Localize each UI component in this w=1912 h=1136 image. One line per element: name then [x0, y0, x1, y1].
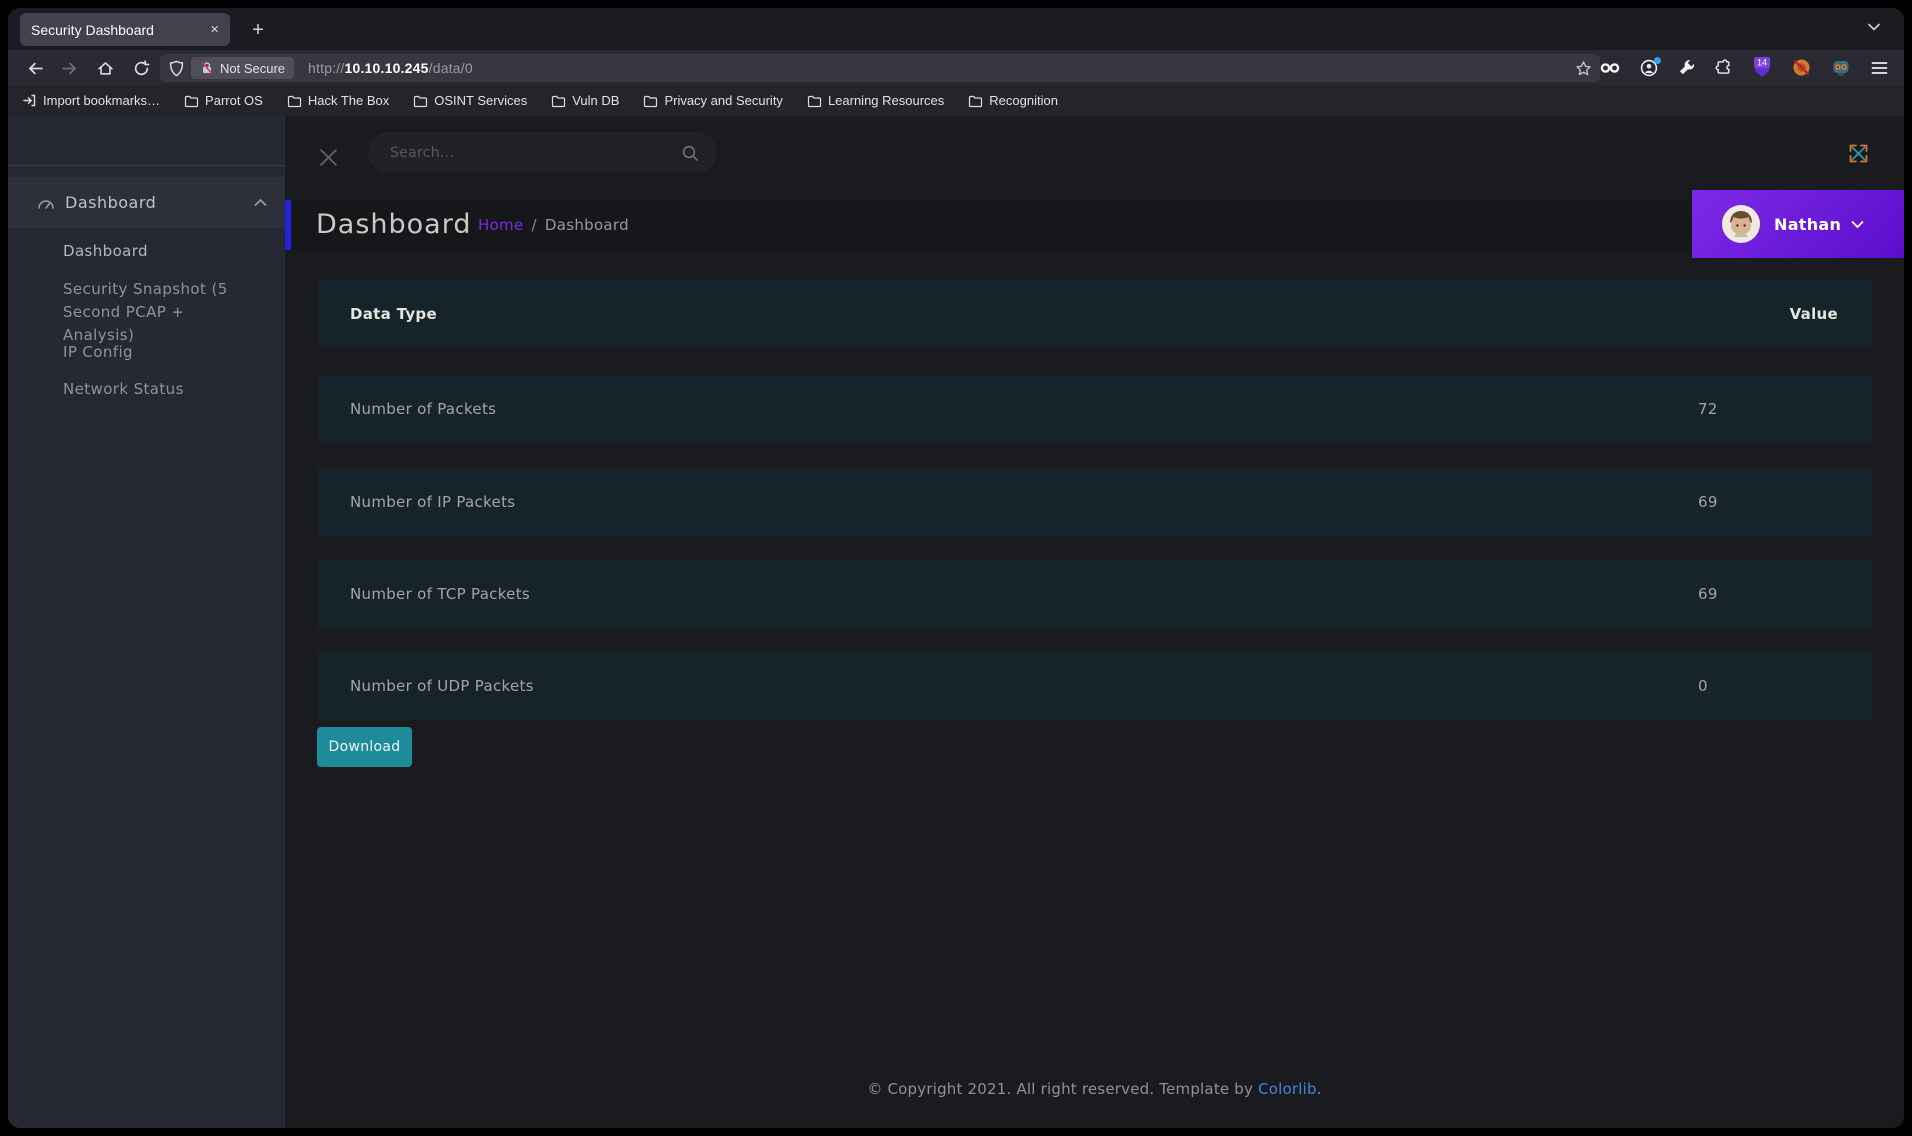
column-header-data-type: Data Type	[318, 305, 1698, 323]
tracking-protection-shield-icon[interactable]	[168, 60, 185, 77]
url-bar[interactable]: Not Secure http://10.10.10.245/data/0	[160, 54, 1600, 82]
sidebar-item-security-snapshot[interactable]: Security Snapshot (5 Second PCAP + Analy…	[63, 278, 248, 347]
breadcrumb-current: Dashboard	[545, 216, 629, 234]
breadcrumb-separator: /	[532, 216, 537, 234]
row-label: Number of TCP Packets	[318, 585, 1698, 603]
bookmark-folder-recognition[interactable]: Recognition	[968, 93, 1058, 108]
chevron-down-icon	[1851, 220, 1864, 229]
breadcrumb: Home / Dashboard	[478, 216, 629, 234]
breadcrumb-home-link[interactable]: Home	[478, 216, 524, 234]
user-menu[interactable]: Nathan	[1692, 190, 1904, 258]
sidebar-item-ip-config[interactable]: IP Config	[63, 341, 253, 364]
row-label: Number of IP Packets	[318, 493, 1698, 511]
list-all-tabs-icon[interactable]	[1866, 19, 1882, 35]
table-row: Number of Packets 72	[318, 375, 1872, 443]
header-accent-bar	[285, 200, 291, 250]
folder-icon	[551, 94, 566, 108]
download-button[interactable]: Download	[317, 727, 412, 767]
bookmark-folder-privacy-and-security[interactable]: Privacy and Security	[643, 93, 783, 108]
row-value: 69	[1698, 585, 1872, 603]
sidebar-item-dashboard-parent[interactable]: Dashboard	[8, 177, 285, 228]
import-bookmarks-button[interactable]: Import bookmarks…	[22, 93, 160, 108]
new-tab-button[interactable]: +	[244, 16, 272, 44]
goggles-extension-icon[interactable]	[1600, 61, 1620, 75]
page-header: Dashboard Home / Dashboard Nathan	[285, 200, 1904, 250]
dashboard-page: Dashboard Dashboard Security Snapshot (5…	[8, 116, 1904, 1128]
avatar	[1722, 205, 1760, 243]
firefox-account-icon[interactable]	[1640, 59, 1658, 77]
folder-icon	[184, 94, 199, 108]
reload-icon[interactable]	[128, 55, 154, 81]
sidebar-divider	[8, 165, 285, 166]
sidebar-item-network-status[interactable]: Network Status	[63, 378, 253, 401]
sidebar-item-dashboard[interactable]: Dashboard	[63, 240, 253, 263]
bookmark-folder-hack-the-box[interactable]: Hack The Box	[287, 93, 389, 108]
extensions-puzzle-icon[interactable]	[1715, 59, 1732, 76]
svg-text:14: 14	[1757, 58, 1767, 68]
footer-suffix: .	[1317, 1080, 1322, 1098]
tab-close-icon[interactable]: ×	[202, 21, 219, 38]
bookmark-folder-osint-services[interactable]: OSINT Services	[413, 93, 527, 108]
home-icon[interactable]	[92, 55, 118, 81]
extensions-row: 14	[1600, 50, 1904, 85]
sidebar-parent-label: Dashboard	[65, 193, 254, 212]
folder-icon	[807, 94, 822, 108]
folder-icon	[287, 94, 302, 108]
account-notification-dot	[1654, 57, 1661, 64]
bookmark-star-icon[interactable]	[1575, 60, 1592, 77]
speedometer-icon	[37, 196, 55, 210]
sidebar: Dashboard Dashboard Security Snapshot (5…	[8, 116, 285, 1128]
import-icon	[22, 93, 37, 108]
row-value: 72	[1698, 400, 1872, 418]
url-text: http://10.10.10.245/data/0	[308, 60, 473, 76]
not-secure-chip[interactable]: Not Secure	[191, 57, 294, 79]
search-bar	[368, 132, 717, 173]
fullscreen-expand-icon[interactable]	[1845, 140, 1872, 167]
tab-bar: Security Dashboard × +	[8, 8, 1904, 50]
folder-icon	[413, 94, 428, 108]
column-header-value: Value	[1698, 305, 1872, 323]
table-header-row: Data Type Value	[318, 280, 1872, 347]
back-icon[interactable]	[22, 55, 48, 81]
row-label: Number of UDP Packets	[318, 677, 1698, 695]
forward-icon[interactable]	[56, 55, 82, 81]
table-row: Number of UDP Packets 0	[318, 652, 1872, 720]
tab-title: Security Dashboard	[31, 22, 202, 38]
search-icon[interactable]	[681, 144, 699, 162]
user-name: Nathan	[1774, 215, 1841, 234]
row-value: 0	[1698, 677, 1872, 695]
insecure-lock-icon	[200, 61, 214, 75]
main-content: Dashboard Home / Dashboard Nathan Data Typ…	[285, 116, 1904, 1128]
bookmark-folder-vuln-db[interactable]: Vuln DB	[551, 93, 619, 108]
search-input[interactable]	[390, 145, 681, 161]
folder-icon	[968, 94, 983, 108]
menu-hamburger-icon[interactable]	[1871, 61, 1888, 75]
chevron-up-icon	[254, 198, 267, 207]
bookmark-folder-parrot-os[interactable]: Parrot OS	[184, 93, 263, 108]
browser-window: Security Dashboard × +	[8, 8, 1904, 1128]
footer: © Copyright 2021. All right reserved. Te…	[285, 1080, 1904, 1098]
not-secure-label: Not Secure	[220, 61, 285, 76]
table-row: Number of IP Packets 69	[318, 468, 1872, 536]
page-title: Dashboard	[316, 209, 471, 240]
row-label: Number of Packets	[318, 400, 1698, 418]
colorlib-link[interactable]: Colorlib	[1258, 1080, 1317, 1098]
noscript-blocked-icon[interactable]	[1792, 58, 1811, 77]
navigation-toolbar: Not Secure http://10.10.10.245/data/0	[8, 50, 1904, 85]
proxy-robot-icon[interactable]	[1831, 59, 1851, 77]
folder-icon	[643, 94, 658, 108]
browser-tab[interactable]: Security Dashboard ×	[20, 13, 230, 46]
privacy-badger-icon[interactable]: 14	[1752, 57, 1772, 78]
copyright-text: © Copyright 2021. All right reserved. Te…	[867, 1080, 1258, 1098]
sidebar-toggle-close-icon[interactable]	[318, 147, 339, 168]
table-row: Number of TCP Packets 69	[318, 560, 1872, 628]
row-value: 69	[1698, 493, 1872, 511]
bookmark-folder-learning-resources[interactable]: Learning Resources	[807, 93, 944, 108]
bookmarks-bar: Import bookmarks… Parrot OS Hack The Box…	[8, 85, 1904, 116]
wrench-icon[interactable]	[1678, 59, 1695, 76]
